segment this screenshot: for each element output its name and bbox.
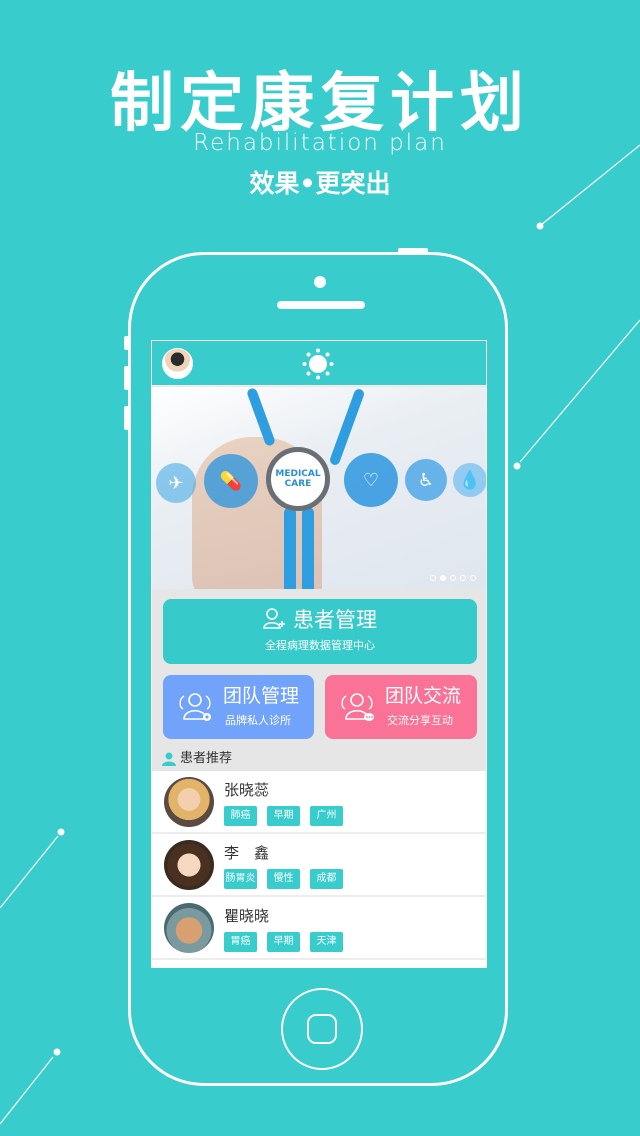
power-button xyxy=(398,248,428,253)
carousel-dots xyxy=(430,575,476,581)
patient-avatar xyxy=(164,903,214,953)
doctor-avatar[interactable] xyxy=(162,348,193,379)
patient-tags: 肠胃炎 慢性 成都 xyxy=(224,869,343,889)
wheelchair-icon: ♿ xyxy=(405,459,447,501)
team-management-tile[interactable]: 团队管理 品牌私人诊所 xyxy=(163,675,314,739)
badge-line1: MEDICAL xyxy=(275,469,321,479)
add-user-icon xyxy=(263,608,285,629)
front-camera xyxy=(314,276,326,288)
patient-tile-title: 患者管理 xyxy=(293,608,377,632)
medical-care-badge: MEDICAL CARE xyxy=(266,447,330,511)
team-settings-icon xyxy=(179,693,211,721)
app-header xyxy=(152,341,486,386)
team-tile-subtitle: 品牌私人诊所 xyxy=(225,714,291,727)
patient-list-item[interactable]: 李 鑫 肠胃炎 慢性 成都 xyxy=(152,834,486,897)
patient-name: 李 鑫 xyxy=(224,844,270,862)
carousel-dot[interactable] xyxy=(470,575,476,581)
sun-icon[interactable] xyxy=(302,348,334,380)
app-screen: ✈ 💊 MEDICAL CARE ♡ ♿ 💧 患者管理 全程病理数据管理中心 团… xyxy=(151,340,487,968)
team-communication-tile[interactable]: 团队交流 交流分享互动 xyxy=(325,675,477,739)
patient-list-item[interactable]: 瞿晓晓 胃癌 早期 天津 xyxy=(152,897,486,960)
stethoscope-tube-down2 xyxy=(302,507,314,589)
team-chat-icon xyxy=(341,693,374,721)
patient-tag: 早期 xyxy=(267,806,300,826)
banner-carousel[interactable]: ✈ 💊 MEDICAL CARE ♡ ♿ 💧 xyxy=(152,387,486,589)
hero-subtitle: Rehabilitation plan xyxy=(193,130,447,156)
patient-tag: 早期 xyxy=(267,932,300,952)
water-drop-icon: 💧 xyxy=(453,463,486,497)
patient-tags: 肺癌 早期 广州 xyxy=(224,806,343,826)
comm-tile-title: 团队交流 xyxy=(385,685,462,707)
pill-icon: 💊 xyxy=(204,454,258,508)
world-map-icon: ✈ xyxy=(156,463,196,503)
patient-tag: 天津 xyxy=(310,932,343,952)
patient-tile-subtitle: 全程病理数据管理中心 xyxy=(265,639,375,652)
patient-tag: 肺癌 xyxy=(224,806,257,826)
mute-switch xyxy=(124,336,129,350)
patient-avatar xyxy=(164,777,214,827)
heartbeat-icon: ♡ xyxy=(344,453,398,507)
carousel-dot[interactable] xyxy=(460,575,466,581)
hero-tagline: 效果•更突出 xyxy=(249,169,391,198)
carousel-dot[interactable] xyxy=(430,575,436,581)
patient-name: 张晓蕊 xyxy=(224,781,270,799)
patient-list-item[interactable]: 张晓蕊 肺癌 早期 广州 xyxy=(152,771,486,834)
patient-tag: 广州 xyxy=(310,806,343,826)
patient-avatar xyxy=(164,840,214,890)
home-square-icon xyxy=(307,1014,337,1044)
patient-list: 张晓蕊 肺癌 早期 广州 李 鑫 肠胃炎 慢性 成都 瞿晓晓 胃癌 早期 天津 xyxy=(152,771,486,967)
stethoscope-tube-down1 xyxy=(284,507,296,589)
patient-tag: 慢性 xyxy=(267,869,300,889)
patient-management-tile[interactable]: 患者管理 全程病理数据管理中心 xyxy=(163,599,477,664)
home-button[interactable] xyxy=(281,988,363,1070)
patient-tag: 肠胃炎 xyxy=(224,869,257,889)
volume-up-button xyxy=(124,366,129,390)
speaker-grille xyxy=(277,301,365,309)
person-icon xyxy=(162,752,176,766)
volume-down-button xyxy=(124,406,129,430)
badge-line2: CARE xyxy=(284,479,312,489)
carousel-dot[interactable] xyxy=(450,575,456,581)
patient-tag: 成都 xyxy=(310,869,343,889)
team-tile-title: 团队管理 xyxy=(223,685,300,707)
patient-tags: 胃癌 早期 天津 xyxy=(224,932,343,952)
patient-name: 瞿晓晓 xyxy=(224,907,270,925)
comm-tile-subtitle: 交流分享互动 xyxy=(387,714,453,727)
recommended-patients-header: 患者推荐 xyxy=(152,747,486,771)
carousel-dot-active[interactable] xyxy=(440,575,446,581)
section-title: 患者推荐 xyxy=(180,751,233,766)
patient-tag: 胃癌 xyxy=(224,932,257,952)
